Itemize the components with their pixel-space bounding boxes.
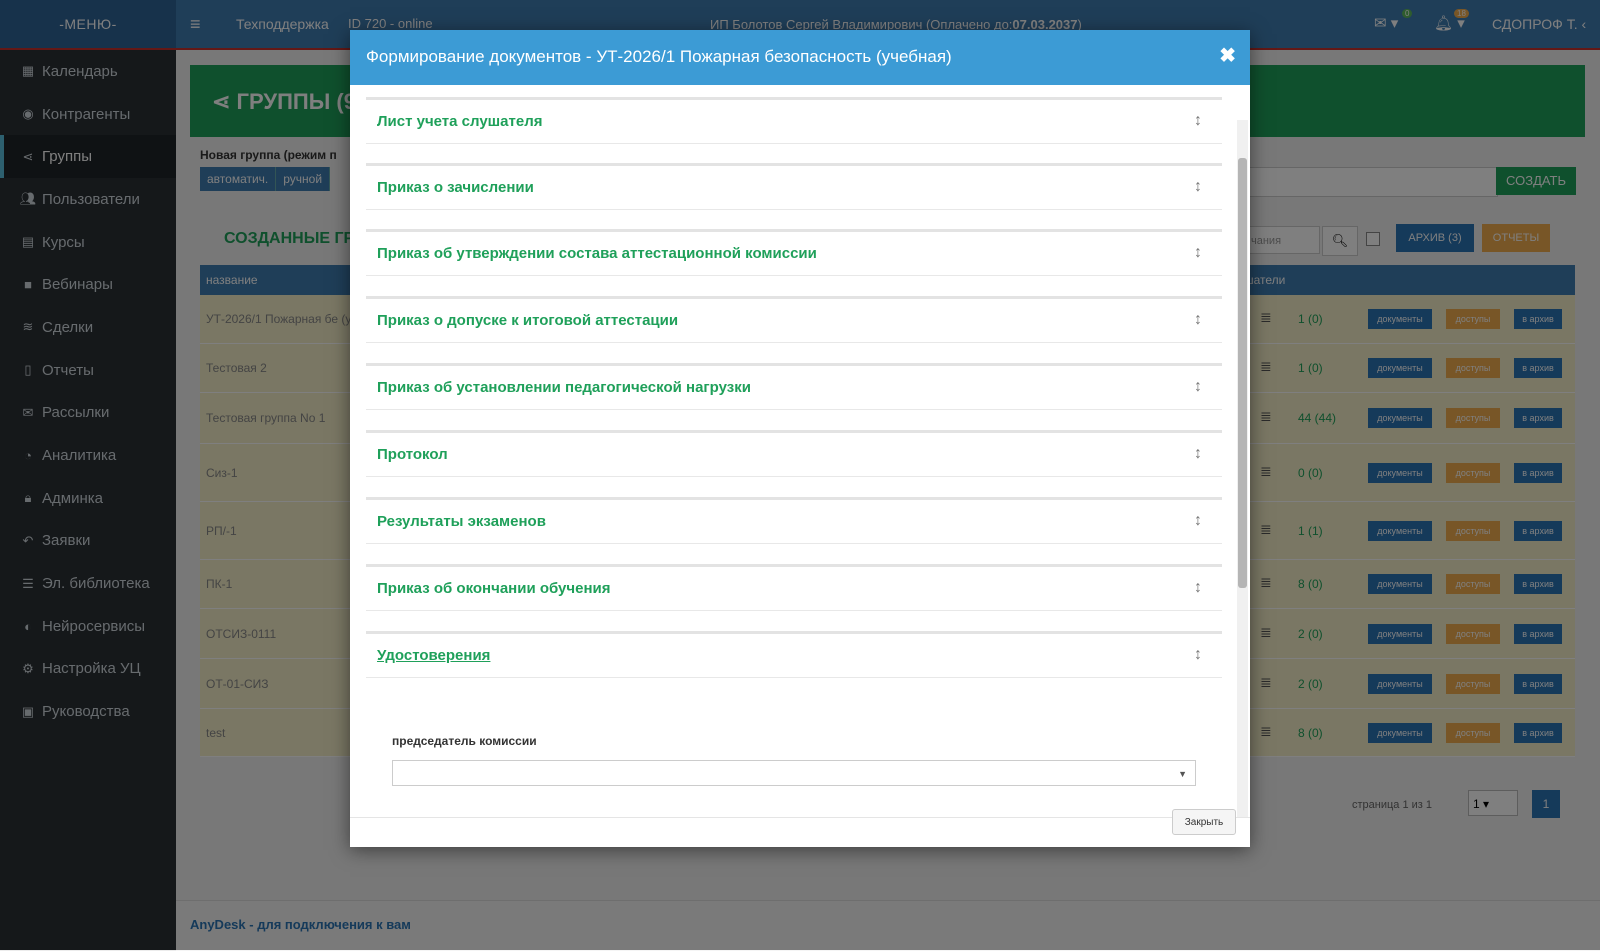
section-workload-order[interactable]: Приказ об установлении педагогической на… (366, 363, 1222, 410)
sort-icon[interactable]: ↕ (1194, 445, 1202, 463)
modal-body: Лист учета слушателя ↕ Приказ о зачислени… (350, 85, 1250, 817)
sort-icon[interactable]: ↕ (1194, 244, 1202, 262)
section-listener-record[interactable]: Лист учета слушателя ↕ (366, 97, 1222, 144)
modal-footer: Закрыть (350, 809, 1250, 847)
sort-icon[interactable]: ↕ (1194, 646, 1202, 664)
sort-icon[interactable]: ↕ (1194, 512, 1202, 530)
chair-label: председатель комиссии (392, 734, 537, 748)
section-label[interactable]: Приказ об установлении педагогической на… (377, 379, 751, 396)
modal-scrollbar[interactable] (1237, 120, 1248, 817)
sort-icon[interactable]: ↕ (1194, 178, 1202, 196)
sort-icon[interactable]: ↕ (1194, 378, 1202, 396)
sort-icon[interactable]: ↕ (1194, 579, 1202, 597)
chevron-down-icon: ▼ (1178, 769, 1187, 779)
chair-select[interactable]: ▼ (392, 760, 1196, 786)
sort-icon[interactable]: ↕ (1194, 112, 1202, 130)
section-label[interactable]: Приказ об утверждении состава аттестацио… (377, 245, 817, 262)
section-graduation-order[interactable]: Приказ об окончании обучения ↕ (366, 564, 1222, 611)
documents-modal: Формирование документов - УТ-2026/1 Пожа… (350, 30, 1250, 847)
section-label[interactable]: Удостоверения (377, 647, 490, 664)
section-label[interactable]: Результаты экзаменов (377, 513, 546, 530)
scroll-thumb[interactable] (1238, 158, 1247, 588)
section-label[interactable]: Приказ о допуске к итоговой аттестации (377, 312, 678, 329)
section-commission-order[interactable]: Приказ об утверждении состава аттестацио… (366, 229, 1222, 276)
section-admission-order[interactable]: Приказ о допуске к итоговой аттестации ↕ (366, 296, 1222, 343)
section-label[interactable]: Приказ об окончании обучения (377, 580, 611, 597)
sort-icon[interactable]: ↕ (1194, 311, 1202, 329)
modal-title: Формирование документов - УТ-2026/1 Пожа… (366, 47, 952, 66)
section-exam-results[interactable]: Результаты экзаменов ↕ (366, 497, 1222, 544)
section-label[interactable]: Приказ о зачислении (377, 179, 534, 196)
close-button[interactable]: Закрыть (1172, 809, 1236, 835)
section-label[interactable]: Лист учета слушателя (377, 113, 542, 130)
close-icon[interactable]: ✖ (1219, 43, 1236, 68)
section-certificates[interactable]: Удостоверения ↕ (366, 631, 1222, 678)
section-label[interactable]: Протокол (377, 446, 448, 463)
modal-header: Формирование документов - УТ-2026/1 Пожа… (350, 30, 1250, 85)
section-enrollment-order[interactable]: Приказ о зачислении ↕ (366, 163, 1222, 210)
section-protocol[interactable]: Протокол ↕ (366, 430, 1222, 477)
